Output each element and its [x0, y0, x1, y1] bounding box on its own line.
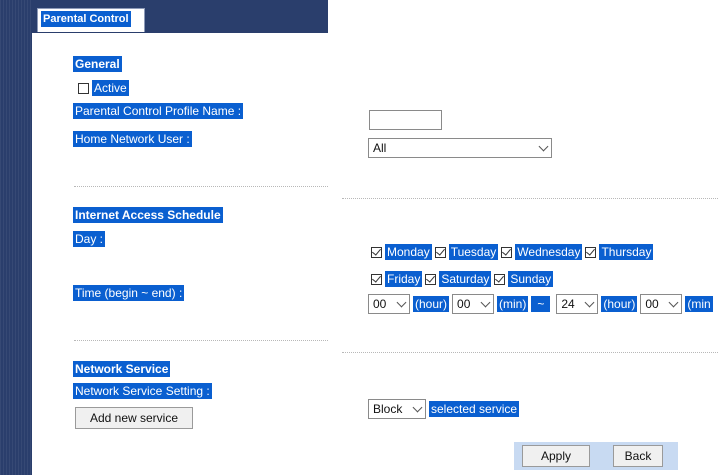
home-network-user-label: Home Network User :	[73, 131, 192, 147]
day-row-2: Friday Saturday Sunday	[371, 271, 556, 287]
divider	[74, 340, 328, 341]
apply-button[interactable]: Apply	[522, 445, 590, 467]
service-mode-row: Block selected service	[368, 399, 522, 419]
selected-service-label: selected service	[429, 401, 520, 417]
friday-label: Friday	[385, 271, 423, 287]
day-label: Day :	[73, 231, 106, 247]
home-network-user-value: All	[373, 141, 387, 155]
chevron-down-icon	[412, 402, 423, 412]
service-mode-value: Block	[373, 402, 403, 416]
chevron-down-icon	[584, 297, 595, 307]
wednesday-label: Wednesday	[515, 244, 583, 260]
general-heading: General	[73, 56, 122, 72]
chevron-down-icon	[668, 297, 679, 307]
time-row: 00 (hour) 00 (min) ~ 24 (hour) 00 (min	[368, 294, 718, 314]
service-mode-select[interactable]: Block	[368, 399, 426, 419]
active-checkbox[interactable]	[78, 82, 89, 94]
network-service-heading: Network Service	[73, 361, 171, 377]
schedule-heading: Internet Access Schedule	[73, 207, 223, 223]
begin-min-select[interactable]: 00	[452, 294, 495, 314]
monday-checkbox[interactable]	[371, 246, 382, 258]
profile-name-label: Parental Control Profile Name :	[73, 103, 244, 119]
active-label: Active	[92, 80, 129, 96]
hour-unit-label: (hour)	[601, 296, 638, 312]
network-service-setting-label: Network Service Setting :	[73, 383, 212, 399]
day-row-1: Monday Tuesday Wednesday Thursday	[371, 244, 656, 260]
divider	[342, 352, 718, 353]
begin-min-value: 00	[457, 297, 471, 311]
divider	[74, 186, 328, 187]
saturday-label: Saturday	[439, 271, 492, 287]
sunday-checkbox[interactable]	[494, 273, 506, 285]
tuesday-checkbox[interactable]	[434, 246, 446, 258]
chevron-down-icon	[396, 297, 407, 307]
min-unit-label: (min)	[497, 296, 529, 312]
end-min-select[interactable]: 00	[640, 294, 683, 314]
chevron-down-icon	[538, 141, 549, 151]
begin-hour-value: 00	[373, 297, 387, 311]
divider	[342, 198, 718, 199]
tuesday-label: Tuesday	[448, 244, 499, 260]
wednesday-checkbox[interactable]	[501, 246, 513, 258]
back-button[interactable]: Back	[613, 445, 663, 467]
left-sidebar	[0, 0, 32, 475]
thursday-label: Thursday	[599, 244, 654, 260]
saturday-checkbox[interactable]	[425, 273, 437, 285]
friday-checkbox[interactable]	[371, 273, 382, 285]
chevron-down-icon	[480, 297, 491, 307]
end-hour-select[interactable]: 24	[556, 294, 599, 314]
sunday-label: Sunday	[508, 271, 554, 287]
add-new-service-button[interactable]: Add new service	[75, 407, 193, 429]
begin-hour-select[interactable]: 00	[368, 294, 410, 314]
end-hour-value: 24	[561, 297, 575, 311]
time-label: Time (begin ~ end) :	[73, 285, 185, 301]
tab-label: Parental Control	[41, 11, 131, 27]
monday-label: Monday	[385, 244, 432, 260]
thursday-checkbox[interactable]	[585, 246, 597, 258]
end-min-value: 00	[645, 297, 659, 311]
hour-unit-label: (hour)	[413, 296, 450, 312]
range-separator: ~	[531, 296, 551, 312]
home-network-user-select[interactable]: All	[368, 138, 552, 158]
profile-name-input[interactable]	[369, 110, 442, 130]
min-unit-label: (min	[685, 296, 713, 312]
